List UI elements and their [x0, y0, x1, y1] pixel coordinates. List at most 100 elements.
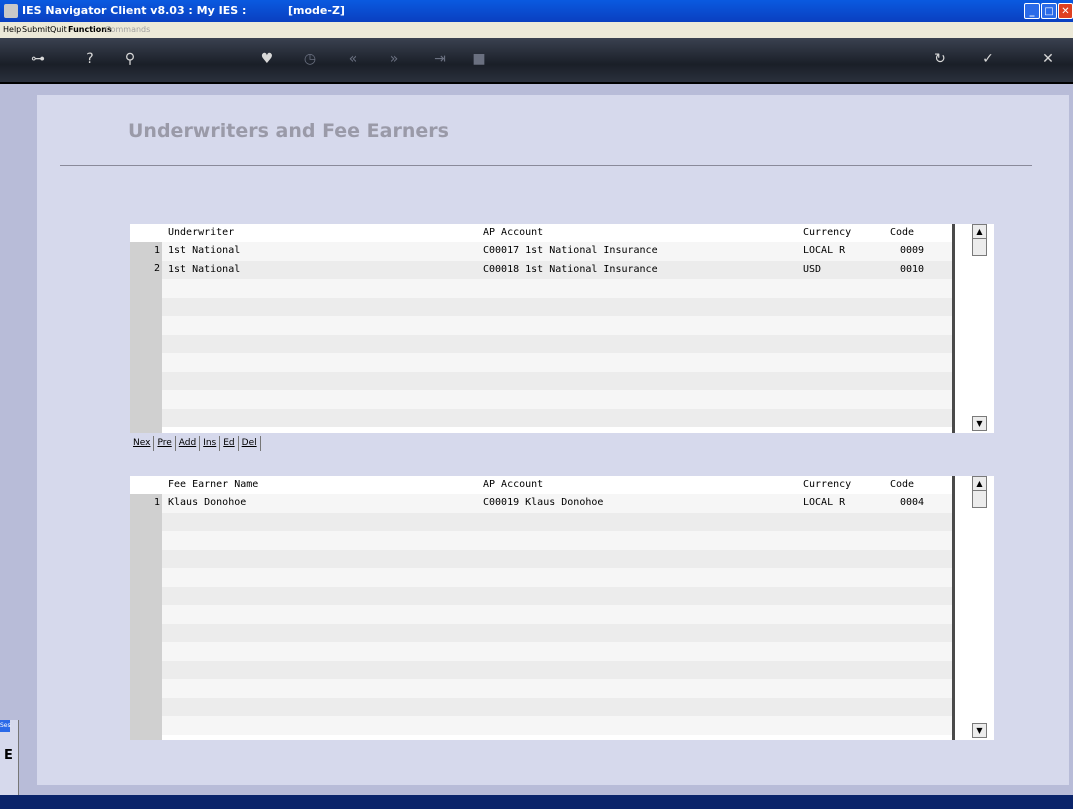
add-button[interactable]: Add — [176, 436, 201, 451]
cell-ap-account: C00018 1st National Insurance — [483, 263, 658, 275]
col-header-underwriter[interactable]: Underwriter — [168, 224, 234, 242]
table-row[interactable] — [162, 371, 952, 390]
col-header-fee-earner-name[interactable]: Fee Earner Name — [168, 476, 258, 494]
session-widget[interactable]: Ses E — [0, 720, 19, 795]
insert-button[interactable]: Ins — [200, 436, 221, 451]
table-row[interactable] — [162, 531, 952, 550]
cell-code: 0009 — [900, 245, 925, 256]
app-window: IES Navigator Client v8.03 : My IES : [m… — [0, 0, 1073, 809]
cell-name: 1st National — [168, 263, 241, 275]
minimize-button[interactable]: _ — [1024, 3, 1040, 19]
grid-divider — [952, 224, 955, 433]
app-icon — [4, 4, 18, 18]
cell-currency: LOCAL R — [803, 497, 846, 508]
col-header-code[interactable]: Code — [890, 476, 914, 494]
window-mode: [mode-Z] — [288, 4, 345, 17]
row-gutter — [130, 476, 162, 740]
toolbar: ⊶ ? ⚲ ♥ ◷ « » ⇥ ■ ↻ ✓ ✕ — [0, 38, 1073, 84]
cell-currency: USD — [803, 263, 822, 275]
end-icon[interactable]: ⇥ — [430, 50, 450, 68]
clock-icon[interactable]: ◷ — [300, 50, 320, 68]
key-icon[interactable]: ⊶ — [28, 50, 48, 68]
menu-submit[interactable]: Submit — [22, 22, 50, 38]
col-header-ap-account[interactable]: AP Account — [483, 476, 543, 494]
row-number: 1 — [153, 497, 160, 508]
table-row[interactable] — [162, 353, 952, 372]
scroll-up-icon[interactable]: ▲ — [972, 476, 987, 491]
scroll-down-icon[interactable]: ▼ — [972, 723, 987, 738]
scroll-thumb[interactable] — [972, 238, 987, 256]
help-icon[interactable]: ? — [80, 50, 100, 68]
check-icon[interactable]: ✓ — [978, 50, 998, 68]
table-row[interactable] — [162, 586, 952, 605]
col-header-code[interactable]: Code — [890, 224, 914, 242]
menu-quit[interactable]: Quit — [50, 22, 67, 38]
underwriters-grid: Underwriter AP Account Currency Code 1 2… — [130, 224, 994, 433]
table-row[interactable] — [162, 408, 952, 427]
fee-earners-grid: Fee Earner Name AP Account Currency Code… — [130, 476, 994, 740]
grid-button-bar: Nex Pre Add Ins Ed Del — [130, 436, 261, 452]
table-row[interactable] — [162, 679, 952, 698]
search-icon[interactable]: ⚲ — [120, 50, 140, 68]
close-icon[interactable]: ✕ — [1038, 50, 1058, 68]
scroll-thumb[interactable] — [972, 490, 987, 508]
refresh-icon[interactable]: ↻ — [930, 50, 950, 68]
table-row[interactable]: 1st National C00018 1st National Insuran… — [162, 260, 952, 279]
title-bar: IES Navigator Client v8.03 : My IES : [m… — [0, 0, 1073, 22]
fast-forward-icon[interactable]: » — [384, 50, 404, 68]
cell-ap-account: C00019 Klaus Donohoe — [483, 497, 604, 508]
grid-divider — [952, 476, 955, 740]
table-row[interactable] — [162, 660, 952, 679]
menu-commands[interactable]: Commands — [105, 22, 150, 38]
divider — [60, 165, 1032, 166]
session-tab[interactable]: Ses — [0, 720, 11, 732]
cell-ap-account: C00017 1st National Insurance — [483, 245, 658, 256]
table-row[interactable] — [162, 549, 952, 568]
grid-header: Underwriter AP Account Currency Code — [130, 224, 952, 242]
cell-code: 0010 — [900, 263, 925, 275]
rewind-icon[interactable]: « — [343, 50, 363, 68]
table-row[interactable] — [162, 716, 952, 735]
window-title: IES Navigator Client v8.03 : My IES : — [22, 4, 247, 17]
grid-header: Fee Earner Name AP Account Currency Code — [130, 476, 952, 494]
table-row[interactable]: 1st National C00017 1st National Insuran… — [162, 242, 952, 261]
table-row[interactable] — [162, 605, 952, 624]
status-bar — [0, 795, 1073, 809]
underwriters-scrollbar[interactable]: ▲ ▼ — [972, 224, 987, 433]
row-number: 2 — [153, 263, 160, 274]
fee-earners-scrollbar[interactable]: ▲ ▼ — [972, 476, 987, 740]
table-row[interactable] — [162, 297, 952, 316]
table-row[interactable] — [162, 568, 952, 587]
table-row[interactable] — [162, 279, 952, 298]
heart-icon[interactable]: ♥ — [257, 50, 277, 68]
previous-button[interactable]: Pre — [154, 436, 176, 451]
page-title: Underwriters and Fee Earners — [128, 120, 449, 142]
session-letter: E — [4, 748, 13, 763]
menu-help[interactable]: Help — [3, 22, 21, 38]
delete-button[interactable]: Del — [239, 436, 261, 451]
row-number: 1 — [153, 245, 160, 256]
col-header-ap-account[interactable]: AP Account — [483, 224, 543, 242]
menu-bar: Help Submit Quit Functions Commands — [0, 22, 1073, 38]
scroll-down-icon[interactable]: ▼ — [972, 416, 987, 431]
table-row[interactable] — [162, 390, 952, 409]
cell-code: 0004 — [900, 497, 925, 508]
table-row[interactable] — [162, 697, 952, 716]
col-header-currency[interactable]: Currency — [803, 224, 851, 242]
table-row[interactable] — [162, 512, 952, 531]
table-row[interactable]: Klaus Donohoe C00019 Klaus Donohoe LOCAL… — [162, 494, 952, 513]
stop-icon[interactable]: ■ — [469, 50, 489, 68]
table-row[interactable] — [162, 334, 952, 353]
col-header-currency[interactable]: Currency — [803, 476, 851, 494]
scroll-up-icon[interactable]: ▲ — [972, 224, 987, 239]
table-row[interactable] — [162, 316, 952, 335]
cell-currency: LOCAL R — [803, 245, 846, 256]
cell-name: Klaus Donohoe — [168, 497, 247, 508]
table-row[interactable] — [162, 642, 952, 661]
maximize-button[interactable]: □ — [1041, 3, 1057, 19]
table-row[interactable] — [162, 623, 952, 642]
edit-button[interactable]: Ed — [220, 436, 239, 451]
cell-name: 1st National — [168, 245, 241, 256]
close-window-button[interactable]: ✕ — [1058, 3, 1073, 19]
next-button[interactable]: Nex — [130, 436, 155, 451]
